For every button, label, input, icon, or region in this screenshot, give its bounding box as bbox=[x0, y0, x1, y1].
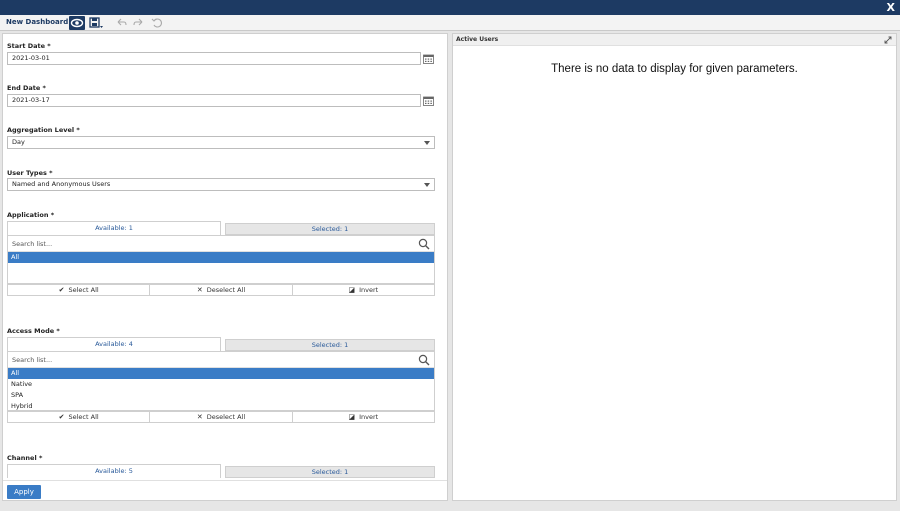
select-all-label: Select All bbox=[68, 413, 99, 421]
calendar-icon[interactable] bbox=[423, 96, 434, 106]
access-mode-label: Access Mode * bbox=[7, 327, 60, 335]
start-date-input[interactable]: 2021-03-01 bbox=[7, 52, 421, 65]
save-button[interactable] bbox=[88, 16, 104, 30]
application-actions: ✔ Select All ✕ Deselect All ◪ Invert bbox=[7, 284, 435, 296]
close-icon: ✕ bbox=[196, 413, 203, 421]
chevron-down-icon bbox=[424, 141, 430, 145]
redo-button[interactable] bbox=[133, 17, 145, 29]
eye-icon bbox=[70, 18, 84, 28]
deselect-all-button[interactable]: ✕ Deselect All bbox=[150, 412, 293, 422]
expand-icon[interactable] bbox=[884, 36, 892, 44]
end-date-label: End Date * bbox=[7, 84, 46, 92]
title-bar: X bbox=[0, 0, 900, 15]
select-all-label: Select All bbox=[68, 286, 99, 294]
undo-icon bbox=[117, 18, 127, 26]
list-item[interactable]: All bbox=[8, 252, 434, 263]
redo-icon bbox=[133, 18, 143, 26]
invert-label: Invert bbox=[359, 286, 379, 294]
user-types-select[interactable]: Named and Anonymous Users bbox=[7, 178, 435, 191]
calendar-icon[interactable] bbox=[423, 54, 434, 64]
access-mode-tab-available[interactable]: Available: 4 bbox=[7, 337, 221, 351]
widget-title: Active Users bbox=[456, 36, 499, 43]
select-all-button[interactable]: ✔ Select All bbox=[8, 412, 151, 422]
application-label: Application * bbox=[7, 211, 55, 219]
access-mode-search-input[interactable]: Search list... bbox=[12, 356, 52, 364]
search-icon[interactable] bbox=[418, 238, 430, 250]
application-search-input[interactable]: Search list... bbox=[12, 240, 52, 248]
close-button[interactable]: X bbox=[887, 2, 895, 13]
start-date-label: Start Date * bbox=[7, 42, 51, 50]
application-tab-available[interactable]: Available: 1 bbox=[7, 221, 221, 235]
no-data-message: There is no data to display for given pa… bbox=[551, 63, 798, 75]
deselect-all-label: Deselect All bbox=[206, 413, 246, 421]
view-button[interactable] bbox=[69, 16, 85, 30]
aggregation-level-value: Day bbox=[12, 138, 25, 146]
invert-button[interactable]: ◪ Invert bbox=[293, 285, 434, 295]
select-all-button[interactable]: ✔ Select All bbox=[8, 285, 151, 295]
reset-button[interactable] bbox=[151, 17, 163, 29]
access-mode-tab-selected[interactable]: Selected: 1 bbox=[225, 339, 435, 351]
reset-icon bbox=[151, 18, 162, 28]
search-icon[interactable] bbox=[418, 354, 430, 366]
apply-button[interactable]: Apply bbox=[7, 485, 41, 499]
user-types-value: Named and Anonymous Users bbox=[12, 180, 111, 188]
widget-header: Active Users bbox=[453, 34, 896, 46]
invert-icon: ◪ bbox=[348, 413, 356, 421]
application-tab-selected[interactable]: Selected: 1 bbox=[225, 223, 435, 235]
deselect-all-button[interactable]: ✕ Deselect All bbox=[150, 285, 293, 295]
list-item[interactable]: SPA bbox=[8, 390, 434, 401]
check-icon: ✔ bbox=[58, 286, 65, 294]
dashboard-title[interactable]: New Dashboard bbox=[6, 18, 68, 26]
invert-button[interactable]: ◪ Invert bbox=[293, 412, 434, 422]
user-types-label: User Types * bbox=[7, 169, 53, 177]
end-date-input[interactable]: 2021-03-17 bbox=[7, 94, 421, 107]
channel-tab-available[interactable]: Available: 5 bbox=[7, 464, 221, 478]
apply-bar: Apply bbox=[3, 480, 447, 500]
invert-icon: ◪ bbox=[348, 286, 356, 294]
access-mode-actions: ✔ Select All ✕ Deselect All ◪ Invert bbox=[7, 411, 435, 423]
application-search[interactable]: Search list... bbox=[8, 236, 434, 252]
save-icon bbox=[89, 17, 103, 28]
access-mode-tabs: Available: 4 Selected: 1 bbox=[7, 337, 435, 351]
chevron-down-icon bbox=[424, 183, 430, 187]
channel-label: Channel * bbox=[7, 454, 43, 462]
list-item[interactable]: Native bbox=[8, 379, 434, 390]
active-users-widget: Active Users There is no data to display… bbox=[452, 33, 897, 501]
application-list: Search list... All bbox=[7, 235, 435, 284]
filter-panel: Start Date * 2021-03-01 End Date * 2021-… bbox=[2, 33, 448, 501]
application-tabs: Available: 1 Selected: 1 bbox=[7, 221, 435, 235]
undo-button[interactable] bbox=[115, 17, 127, 29]
list-item[interactable]: All bbox=[8, 368, 434, 379]
check-icon: ✔ bbox=[58, 413, 65, 421]
access-mode-list: Search list... All Native SPA Hybrid bbox=[7, 351, 435, 411]
channel-tabs: Available: 5 Selected: 1 bbox=[7, 464, 435, 478]
invert-label: Invert bbox=[359, 413, 379, 421]
channel-tab-selected[interactable]: Selected: 1 bbox=[225, 466, 435, 478]
access-mode-search[interactable]: Search list... bbox=[8, 352, 434, 368]
aggregation-level-label: Aggregation Level * bbox=[7, 126, 80, 134]
toolbar: New Dashboard bbox=[0, 15, 900, 31]
deselect-all-label: Deselect All bbox=[206, 286, 246, 294]
close-icon: ✕ bbox=[196, 286, 203, 294]
aggregation-level-select[interactable]: Day bbox=[7, 136, 435, 149]
